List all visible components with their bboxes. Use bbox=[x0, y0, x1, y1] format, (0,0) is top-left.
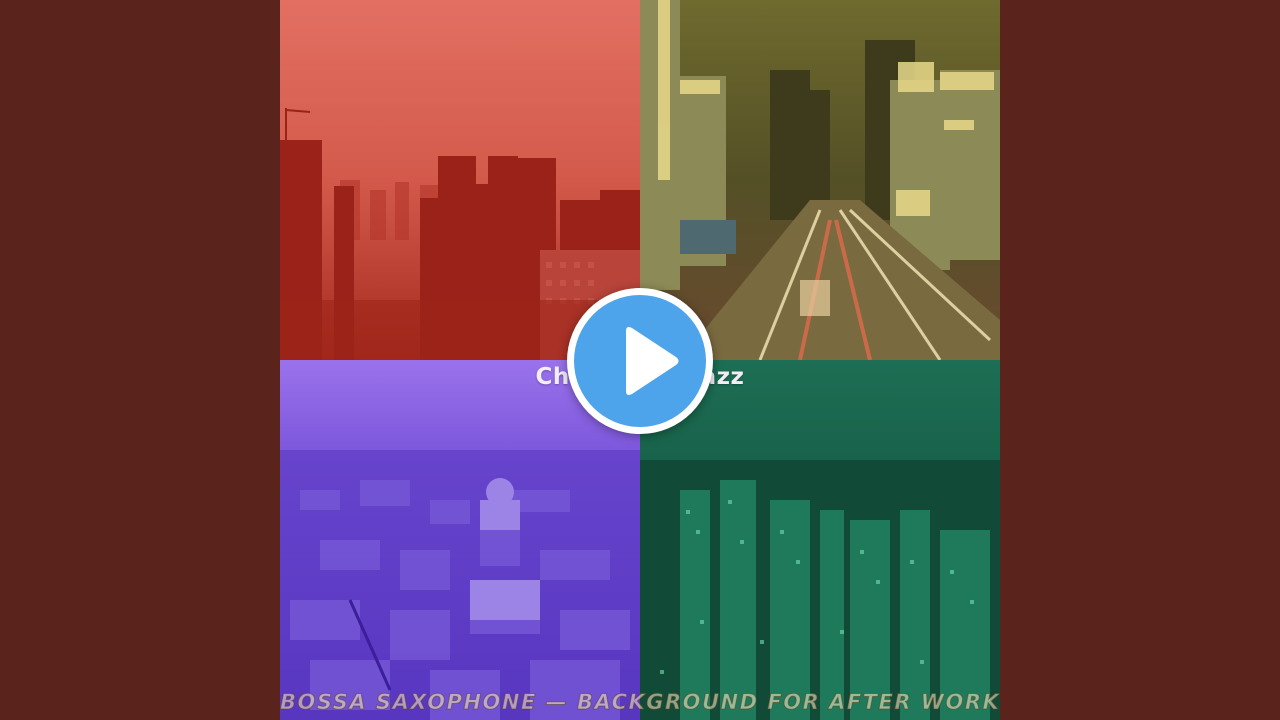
play-button-circle bbox=[574, 295, 706, 427]
play-button[interactable] bbox=[567, 288, 713, 434]
video-player[interactable]: Chet Baker Jazz BOSSA SAXOPHONE — BACKGR… bbox=[0, 0, 1280, 720]
album-title-text: BOSSA SAXOPHONE — BACKGROUND FOR AFTER W… bbox=[280, 690, 1000, 715]
play-icon bbox=[626, 327, 679, 395]
